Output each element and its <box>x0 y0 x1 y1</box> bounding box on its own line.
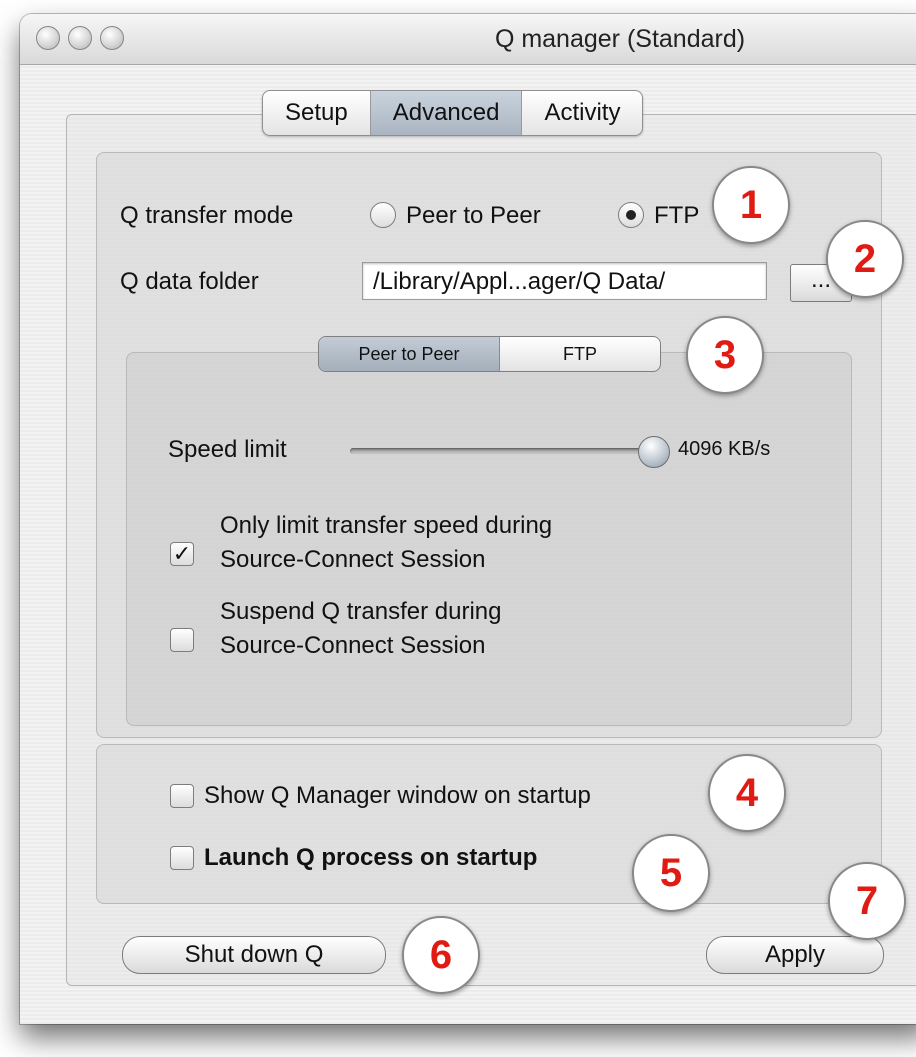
tab-activity[interactable]: Activity <box>522 91 642 135</box>
show-window-on-startup-checkbox[interactable] <box>170 784 194 808</box>
apply-button[interactable]: Apply <box>706 936 884 974</box>
data-folder-label: Q data folder <box>120 268 259 295</box>
tab-setup[interactable]: Setup <box>263 91 371 135</box>
speed-limit-value: 4096 KB/s <box>678 438 771 460</box>
show-window-on-startup-label[interactable]: Show Q Manager window on startup <box>204 782 591 810</box>
speed-limit-slider[interactable] <box>350 448 662 454</box>
ftp-radio-label[interactable]: FTP <box>654 202 699 230</box>
transfer-subtab-bar: Peer to Peer FTP <box>318 336 661 372</box>
callout-badge-4: 4 <box>708 754 786 832</box>
title-bar: Q manager (Standard) <box>20 14 916 65</box>
suspend-during-session-checkbox[interactable] <box>170 628 194 652</box>
suspend-during-session-label-line1: Suspend Q transfer during <box>220 598 502 625</box>
limit-during-session-label-line2: Source-Connect Session <box>220 546 486 573</box>
transfer-mode-label: Q transfer mode <box>120 202 294 229</box>
peer-to-peer-radio-label[interactable]: Peer to Peer <box>406 202 541 230</box>
tab-advanced[interactable]: Advanced <box>370 91 523 135</box>
q-manager-window: Q manager (Standard) Setup Advanced Acti… <box>20 14 916 1024</box>
limit-during-session-checkbox[interactable]: ✓ <box>170 542 194 566</box>
window-title: Q manager (Standard) <box>494 25 746 53</box>
subtab-ftp[interactable]: FTP <box>500 337 660 371</box>
limit-during-session-label-line1: Only limit transfer speed during <box>220 512 553 539</box>
speed-limit-label: Speed limit <box>168 436 287 463</box>
callout-badge-2: 2 <box>826 220 904 298</box>
shut-down-q-button[interactable]: Shut down Q <box>122 936 386 974</box>
peer-to-peer-radio[interactable] <box>370 202 396 228</box>
launch-process-on-startup-checkbox[interactable] <box>170 846 194 870</box>
data-folder-field[interactable]: /Library/Appl...ager/Q Data/ <box>362 262 767 300</box>
callout-badge-5: 5 <box>632 834 710 912</box>
callout-badge-6: 6 <box>402 916 480 994</box>
speed-limit-slider-knob[interactable] <box>638 436 670 468</box>
callout-badge-1: 1 <box>712 166 790 244</box>
main-tab-bar: Setup Advanced Activity <box>262 90 644 136</box>
callout-badge-3: 3 <box>686 316 764 394</box>
subtab-peer-to-peer[interactable]: Peer to Peer <box>319 337 500 371</box>
callout-badge-7: 7 <box>828 862 906 940</box>
ftp-radio[interactable] <box>618 202 644 228</box>
launch-process-on-startup-label[interactable]: Launch Q process on startup <box>204 844 537 872</box>
suspend-during-session-label-line2: Source-Connect Session <box>220 632 486 659</box>
